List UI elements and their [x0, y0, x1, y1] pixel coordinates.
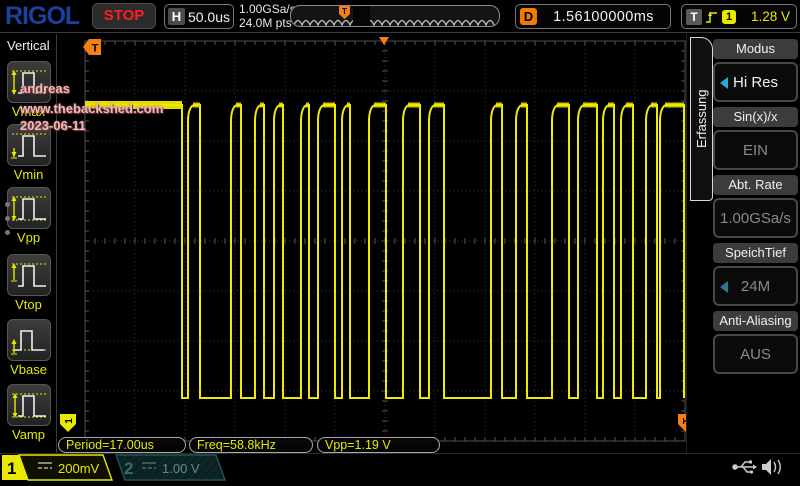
- svg-text:1: 1: [7, 459, 16, 478]
- delay-label: D: [520, 8, 537, 25]
- menu-item-3[interactable]: SpeichTief 24M: [713, 243, 798, 306]
- menu-item-0[interactable]: Modus Hi Res: [713, 39, 798, 102]
- svg-text:T: T: [92, 43, 99, 55]
- menu-item-2[interactable]: Abt. Rate 1.00GSa/s: [713, 175, 798, 238]
- menu-item-value[interactable]: AUS: [713, 334, 798, 374]
- trigger-status-box[interactable]: T 1 1.28 V: [681, 4, 797, 29]
- trigger-source-badge: 1: [722, 10, 736, 24]
- menu-item-4[interactable]: Anti-Aliasing AUS: [713, 311, 798, 374]
- position-squiggle: [291, 6, 499, 27]
- menu-item-label: SpeichTief: [713, 243, 798, 263]
- vpp-icon: [9, 191, 49, 225]
- delay-value: 1.56100000ms: [537, 9, 670, 25]
- selected-arrow-icon: [720, 281, 728, 293]
- top-status-bar: RIGOL STOP H 50.0us 1.00GSa/s 24.0M pts …: [0, 0, 800, 33]
- vertical-measure-menu: Vertical Vmax Vmin: [0, 34, 57, 453]
- menu-item-vtop[interactable]: Vtop: [0, 254, 57, 312]
- menu-item-value[interactable]: 1.00GSa/s: [713, 198, 798, 238]
- menu-item-value[interactable]: 24M: [713, 266, 798, 306]
- menu-item-value[interactable]: Hi Res: [713, 62, 798, 102]
- beeper-icon: [762, 459, 780, 475]
- measurement-period[interactable]: Period=17.00us: [58, 437, 186, 453]
- oscilloscope-screen: RIGOL STOP H 50.0us 1.00GSa/s 24.0M pts …: [0, 0, 800, 480]
- svg-text:1: 1: [64, 418, 75, 424]
- svg-text:T: T: [342, 7, 347, 16]
- menu-tab-erfassung[interactable]: Erfassung: [690, 37, 713, 201]
- ch1-scale: 200mV: [58, 461, 100, 476]
- menu-scroll-dots: [5, 202, 10, 244]
- menu-label: Vmax: [0, 104, 57, 119]
- acquire-menu: Erfassung Modus Hi Res Sin(x)/x EIN Abt.…: [686, 34, 800, 453]
- sample-rate-value: 1.00GSa/s: [239, 2, 296, 16]
- left-menu-title: Vertical: [7, 38, 50, 53]
- menu-item-vbase[interactable]: Vbase: [0, 319, 57, 377]
- menu-item-1[interactable]: Sin(x)/x EIN: [713, 107, 798, 170]
- sample-rate-block: 1.00GSa/s 24.0M pts: [239, 2, 296, 30]
- position-window-notch: [353, 6, 370, 27]
- waveform-display: T 1 T: [58, 34, 686, 453]
- trigger-label: T: [686, 9, 702, 25]
- menu-item-value[interactable]: EIN: [713, 130, 798, 170]
- menu-label: Vtop: [0, 297, 57, 312]
- waveform-position-bar[interactable]: T: [290, 5, 500, 27]
- menu-item-vamp[interactable]: Vamp: [0, 384, 57, 442]
- memory-depth-value: 24.0M pts: [239, 16, 296, 30]
- menu-item-label: Anti-Aliasing: [713, 311, 798, 331]
- horizontal-label: H: [168, 8, 185, 25]
- menu-item-vmax[interactable]: Vmax: [0, 61, 57, 119]
- timebase-value: 50.0us: [185, 9, 233, 25]
- rigol-logo: RIGOL: [5, 2, 79, 31]
- vmax-icon: [9, 65, 49, 99]
- trigger-delay-box[interactable]: D 1.56100000ms: [515, 4, 671, 29]
- menu-item-vmin[interactable]: Vmin: [0, 124, 57, 182]
- trigger-slope-icon: [705, 8, 719, 25]
- channel-status-bar: 1 200mV 2 1.00 V: [0, 453, 800, 480]
- channel1-indicator[interactable]: 1 200mV: [2, 455, 112, 480]
- menu-label: Vmin: [0, 167, 57, 182]
- position-trigger-flag-icon: T: [338, 6, 351, 19]
- ch2-scale: 1.00 V: [162, 461, 200, 476]
- selected-arrow-icon: [720, 77, 728, 89]
- vbase-icon: [9, 323, 49, 357]
- vamp-icon: [9, 388, 49, 422]
- menu-label: Vamp: [0, 427, 57, 442]
- measurement-vpp[interactable]: Vpp=1.19 V: [317, 437, 440, 453]
- run-stop-status[interactable]: STOP: [92, 3, 156, 29]
- menu-item-label: Abt. Rate: [713, 175, 798, 195]
- menu-label: Vbase: [0, 362, 57, 377]
- menu-item-label: Sin(x)/x: [713, 107, 798, 127]
- menu-item-label: Modus: [713, 39, 798, 59]
- horizontal-timebase-box[interactable]: H 50.0us: [164, 4, 234, 29]
- trigger-level-value: 1.28 V: [739, 9, 792, 24]
- measurement-freq[interactable]: Freq=58.8kHz: [189, 437, 313, 453]
- vtop-icon: [9, 258, 49, 292]
- vmin-icon: [9, 128, 49, 162]
- scope-graticule: T 1 T: [58, 34, 698, 454]
- usb-icon: [733, 461, 757, 474]
- channel1-offset-marker-icon[interactable]: 1: [60, 414, 76, 432]
- channel2-indicator[interactable]: 2 1.00 V: [116, 455, 225, 480]
- svg-text:2: 2: [124, 459, 133, 478]
